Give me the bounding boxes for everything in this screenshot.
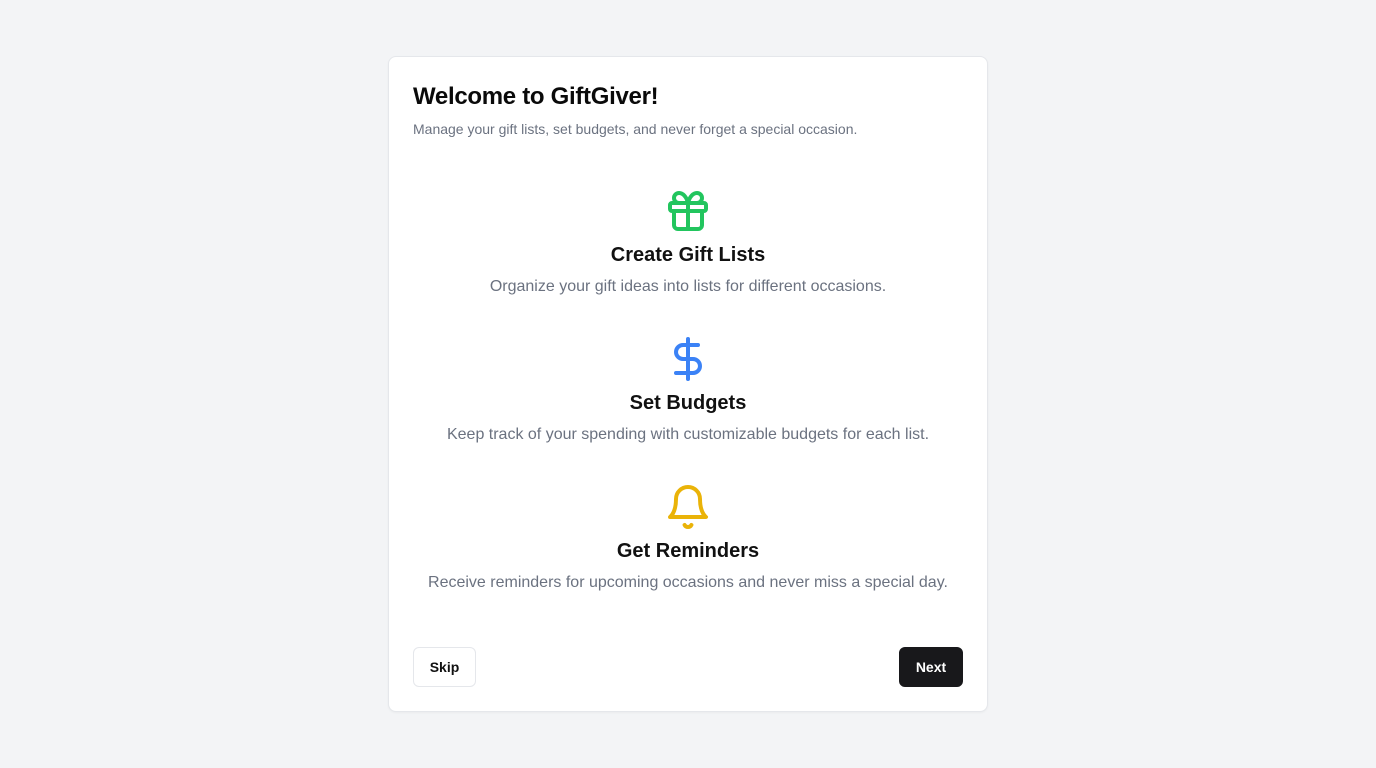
next-button[interactable]: Next xyxy=(899,647,963,687)
feature-create-gift-lists: Create Gift Lists Organize your gift ide… xyxy=(389,187,987,297)
feature-description: Keep track of your spending with customi… xyxy=(446,426,930,443)
feature-get-reminders: Get Reminders Receive reminders for upco… xyxy=(389,483,987,593)
dollar-sign-icon xyxy=(664,335,712,383)
feature-description: Receive reminders for upcoming occasions… xyxy=(428,574,948,591)
onboarding-card: Welcome to GiftGiver! Manage your gift l… xyxy=(388,56,988,712)
bell-icon xyxy=(664,483,712,531)
card-header: Welcome to GiftGiver! Manage your gift l… xyxy=(413,83,963,138)
page-title: Welcome to GiftGiver! xyxy=(413,83,659,110)
skip-button[interactable]: Skip xyxy=(413,647,476,687)
feature-set-budgets: Set Budgets Keep track of your spending … xyxy=(389,335,987,445)
feature-title: Create Gift Lists xyxy=(610,244,766,266)
gift-icon xyxy=(664,187,712,235)
feature-description: Organize your gift ideas into lists for … xyxy=(489,278,887,295)
feature-title: Set Budgets xyxy=(629,392,747,414)
page-subtitle: Manage your gift lists, set budgets, and… xyxy=(413,121,858,137)
feature-title: Get Reminders xyxy=(616,540,760,562)
